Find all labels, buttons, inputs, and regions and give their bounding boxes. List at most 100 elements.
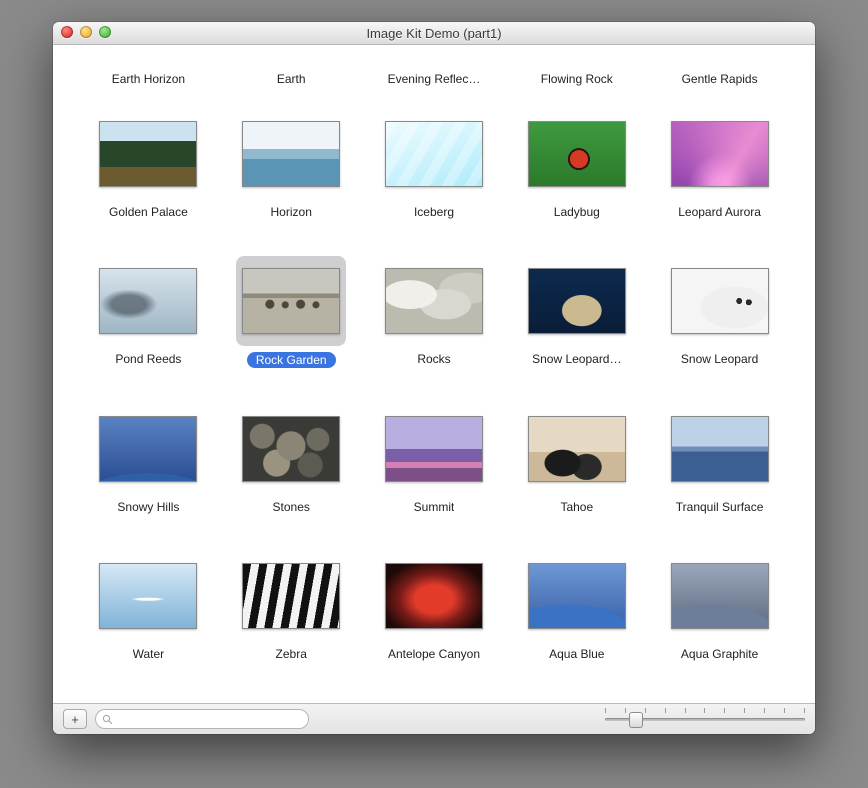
thumbnail-wrap <box>665 551 775 641</box>
image-caption: Water <box>133 647 165 661</box>
image-item[interactable]: Gentle Rapids <box>648 51 791 101</box>
image-caption: Tahoe <box>560 500 593 514</box>
image-item[interactable]: Flowing Rock <box>505 51 648 101</box>
slider-knob[interactable] <box>629 712 643 728</box>
image-caption: Leopard Aurora <box>678 205 761 219</box>
image-item[interactable]: Aqua Graphite <box>648 551 791 691</box>
window-title: Image Kit Demo (part1) <box>53 26 815 41</box>
thumbnail[interactable] <box>671 416 769 482</box>
image-caption: Iceberg <box>414 205 454 219</box>
image-item[interactable]: Earth <box>220 51 363 101</box>
image-caption: Aqua Blue <box>549 647 604 661</box>
thumbnail-size-slider[interactable] <box>605 710 805 728</box>
add-button[interactable]: + <box>63 709 87 729</box>
image-caption: Zebra <box>276 647 307 661</box>
thumbnail[interactable] <box>242 121 340 187</box>
image-item[interactable]: Zebra <box>220 551 363 691</box>
thumbnail-wrap <box>665 404 775 494</box>
thumbnail[interactable] <box>99 121 197 187</box>
image-caption: Ladybug <box>554 205 600 219</box>
image-caption: Gentle Rapids <box>682 72 758 86</box>
image-caption: Evening Reflec… <box>388 72 481 86</box>
image-item[interactable]: Earth Horizon <box>77 51 220 101</box>
plus-icon: + <box>71 712 79 727</box>
search-input[interactable] <box>117 712 302 726</box>
search-icon <box>102 714 113 725</box>
image-caption: Pond Reeds <box>115 352 181 366</box>
image-caption: Summit <box>414 500 455 514</box>
app-window: Image Kit Demo (part1) Earth HorizonEart… <box>53 22 815 734</box>
thumbnail-wrap <box>665 109 775 199</box>
titlebar[interactable]: Image Kit Demo (part1) <box>53 22 815 45</box>
thumbnail-wrap <box>522 109 632 199</box>
thumbnail-wrap <box>665 256 775 346</box>
thumbnail[interactable] <box>99 268 197 334</box>
image-caption: Earth Horizon <box>112 72 185 86</box>
thumbnail[interactable] <box>385 416 483 482</box>
image-item[interactable]: Summit <box>363 404 506 544</box>
thumbnail[interactable] <box>385 121 483 187</box>
thumbnail[interactable] <box>99 563 197 629</box>
thumbnail[interactable] <box>528 563 626 629</box>
thumbnail-wrap <box>379 256 489 346</box>
thumbnail-wrap <box>236 551 346 641</box>
image-caption: Earth <box>277 72 306 86</box>
minimize-icon[interactable] <box>80 26 92 38</box>
image-caption: Rock Garden <box>247 352 336 368</box>
image-item[interactable]: Rock Garden <box>220 256 363 396</box>
thumbnail[interactable] <box>242 563 340 629</box>
image-caption: Aqua Graphite <box>681 647 758 661</box>
bottom-toolbar: + <box>53 703 815 734</box>
image-item[interactable]: Leopard Aurora <box>648 109 791 249</box>
thumbnail-wrap <box>522 404 632 494</box>
thumbnail[interactable] <box>528 416 626 482</box>
image-item[interactable]: Tranquil Surface <box>648 404 791 544</box>
image-browser[interactable]: Earth Horizon Earth Evening Reflec… Flowing… <box>53 45 815 703</box>
image-caption: Stones <box>273 500 310 514</box>
zoom-icon[interactable] <box>99 26 111 38</box>
image-caption: Rocks <box>417 352 450 366</box>
thumbnail[interactable] <box>385 268 483 334</box>
image-caption: Snow Leopard <box>681 352 758 366</box>
thumbnail[interactable] <box>385 563 483 629</box>
image-caption: Snowy Hills <box>117 500 179 514</box>
thumbnail-wrap <box>236 109 346 199</box>
image-item[interactable]: Water <box>77 551 220 691</box>
image-item[interactable]: Evening Reflec… <box>363 51 506 101</box>
thumbnail[interactable] <box>671 121 769 187</box>
thumbnail[interactable] <box>528 268 626 334</box>
thumbnail[interactable] <box>99 416 197 482</box>
image-item[interactable]: Iceberg <box>363 109 506 249</box>
thumbnail-wrap <box>236 404 346 494</box>
thumbnail[interactable] <box>528 121 626 187</box>
thumbnail-wrap <box>236 256 346 346</box>
image-caption: Tranquil Surface <box>676 500 764 514</box>
image-item[interactable]: Rocks <box>363 256 506 396</box>
image-item[interactable]: Antelope Canyon <box>363 551 506 691</box>
thumbnail-wrap <box>93 404 203 494</box>
image-item[interactable]: Aqua Blue <box>505 551 648 691</box>
thumbnail[interactable] <box>671 563 769 629</box>
thumbnail[interactable] <box>671 268 769 334</box>
image-item[interactable]: Tahoe <box>505 404 648 544</box>
image-caption: Flowing Rock <box>541 72 613 86</box>
image-caption: Horizon <box>271 205 312 219</box>
image-item[interactable]: Snow Leopard <box>648 256 791 396</box>
thumbnail-wrap <box>93 109 203 199</box>
thumbnail[interactable] <box>242 268 340 334</box>
thumbnail-wrap <box>522 551 632 641</box>
image-item[interactable]: Pond Reeds <box>77 256 220 396</box>
image-item[interactable]: Stones <box>220 404 363 544</box>
close-icon[interactable] <box>61 26 73 38</box>
image-item[interactable]: Snow Leopard… <box>505 256 648 396</box>
image-item[interactable]: Snowy Hills <box>77 404 220 544</box>
window-controls <box>61 26 111 38</box>
thumbnail-wrap <box>379 109 489 199</box>
thumbnail-wrap <box>522 256 632 346</box>
image-item[interactable]: Golden Palace <box>77 109 220 249</box>
thumbnail[interactable] <box>242 416 340 482</box>
search-field[interactable] <box>95 709 309 729</box>
image-item[interactable]: Horizon <box>220 109 363 249</box>
image-caption: Antelope Canyon <box>388 647 480 661</box>
image-item[interactable]: Ladybug <box>505 109 648 249</box>
